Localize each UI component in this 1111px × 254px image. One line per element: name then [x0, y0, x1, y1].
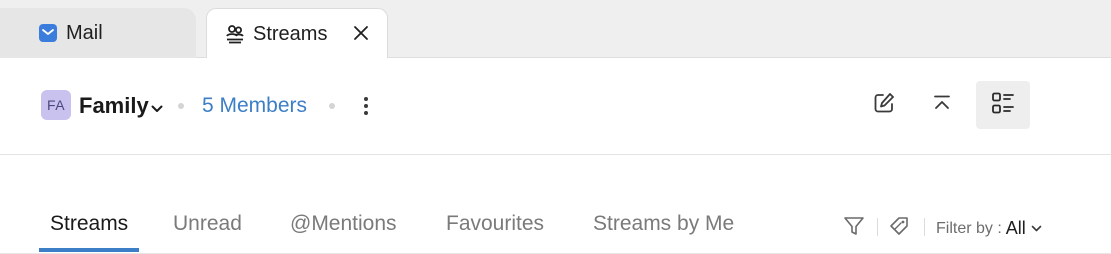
group-header: FA Family 5 Members [0, 58, 1111, 155]
app-tab-strip: Mail Streams [0, 0, 1111, 59]
streams-icon [225, 24, 245, 44]
tab-streams[interactable]: Streams [206, 8, 388, 59]
tab-streams-list[interactable]: Streams [50, 212, 128, 236]
tab-mail-label: Mail [66, 21, 103, 44]
layout-view-button[interactable] [976, 81, 1030, 129]
toolbar-divider [877, 218, 878, 236]
active-tab-indicator [39, 248, 139, 252]
group-avatar: FA [41, 90, 71, 120]
members-link[interactable]: 5 Members [202, 94, 307, 118]
tab-unread[interactable]: Unread [173, 212, 242, 236]
tag-icon[interactable] [888, 214, 912, 238]
layout-view-icon [991, 91, 1015, 120]
collapse-icon [932, 93, 952, 118]
collapse-button[interactable] [915, 81, 969, 129]
chevron-down-icon [1031, 225, 1042, 233]
more-options-icon[interactable] [358, 94, 374, 118]
mail-app-icon [38, 23, 58, 43]
filter-by-dropdown[interactable]: Filter by : All [936, 218, 1042, 239]
filter-icon[interactable] [842, 214, 866, 238]
group-name[interactable]: Family [79, 93, 149, 119]
tab-favourites[interactable]: Favourites [446, 212, 544, 236]
tab-streams-by-me[interactable]: Streams by Me [593, 212, 734, 236]
compose-icon [872, 91, 896, 120]
stream-subtabs: Streams Unread @Mentions Favourites Stre… [0, 156, 1111, 254]
toolbar-divider [924, 218, 925, 236]
filter-by-label: Filter by : [936, 219, 1002, 237]
filter-by-value: All [1005, 218, 1026, 238]
compose-button[interactable] [857, 81, 911, 129]
chevron-down-icon[interactable] [151, 101, 163, 112]
separator-dot [178, 103, 184, 109]
tab-mentions[interactable]: @Mentions [290, 212, 397, 236]
close-icon[interactable] [351, 23, 371, 43]
tab-mail[interactable]: Mail [0, 8, 196, 58]
tab-streams-label: Streams [253, 22, 328, 45]
separator-dot [329, 103, 335, 109]
